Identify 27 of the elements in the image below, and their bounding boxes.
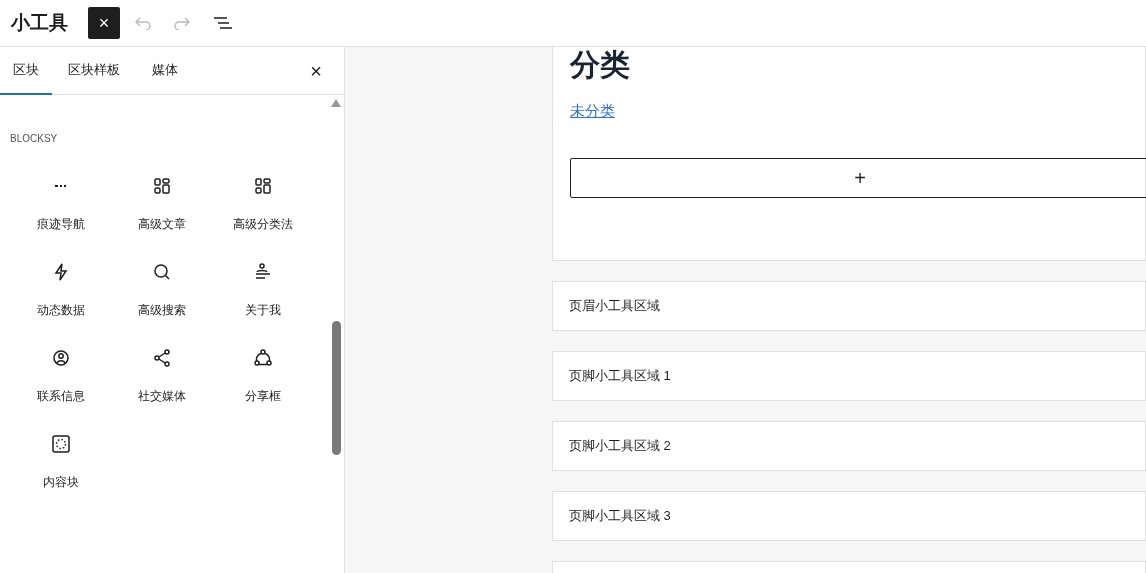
heading: 分类 — [570, 47, 630, 83]
block-item[interactable]: 关于我 — [244, 301, 281, 319]
block-item[interactable]: 动态数据 — [36, 301, 85, 319]
widget-area-row[interactable]: 页脚小工具区域 1 — [552, 351, 1146, 401]
close-button[interactable]: × — [88, 7, 120, 39]
category-label: BLOCKSY — [10, 132, 59, 146]
tab[interactable]: 区块 — [0, 47, 52, 95]
widget-area-row[interactable]: 页脚小工具区域 2 — [552, 421, 1146, 471]
block-item[interactable]: 分享框 — [244, 387, 281, 405]
block-item[interactable]: 高级搜索 — [137, 301, 186, 319]
close-button[interactable]: × — [304, 59, 328, 83]
page-title: 小工具 — [11, 10, 68, 35]
tab[interactable]: 区块样板 — [52, 47, 136, 95]
scrollbar[interactable] — [332, 321, 341, 455]
add-block-button[interactable]: + — [570, 157, 1146, 198]
category-link[interactable]: 未分类 — [570, 100, 1145, 123]
scroll-up-icon[interactable] — [331, 99, 341, 107]
widget-area-row[interactable]: 页脚小工具区域 3 — [552, 491, 1146, 541]
tab[interactable]: 媒体 — [136, 47, 194, 95]
widget-area-row[interactable]: 页眉小工具区域 — [552, 281, 1146, 331]
block-item[interactable]: 社交媒体 — [137, 387, 186, 405]
block-item[interactable]: 内容块 — [42, 473, 79, 491]
block-item[interactable]: 高级分类法 — [232, 215, 293, 233]
block-item[interactable]: 痕迹导航 — [36, 215, 85, 233]
block-item[interactable]: 高级文章 — [137, 215, 186, 233]
list-view-icon[interactable] — [213, 16, 233, 30]
block-item[interactable]: 联系信息 — [36, 387, 85, 405]
